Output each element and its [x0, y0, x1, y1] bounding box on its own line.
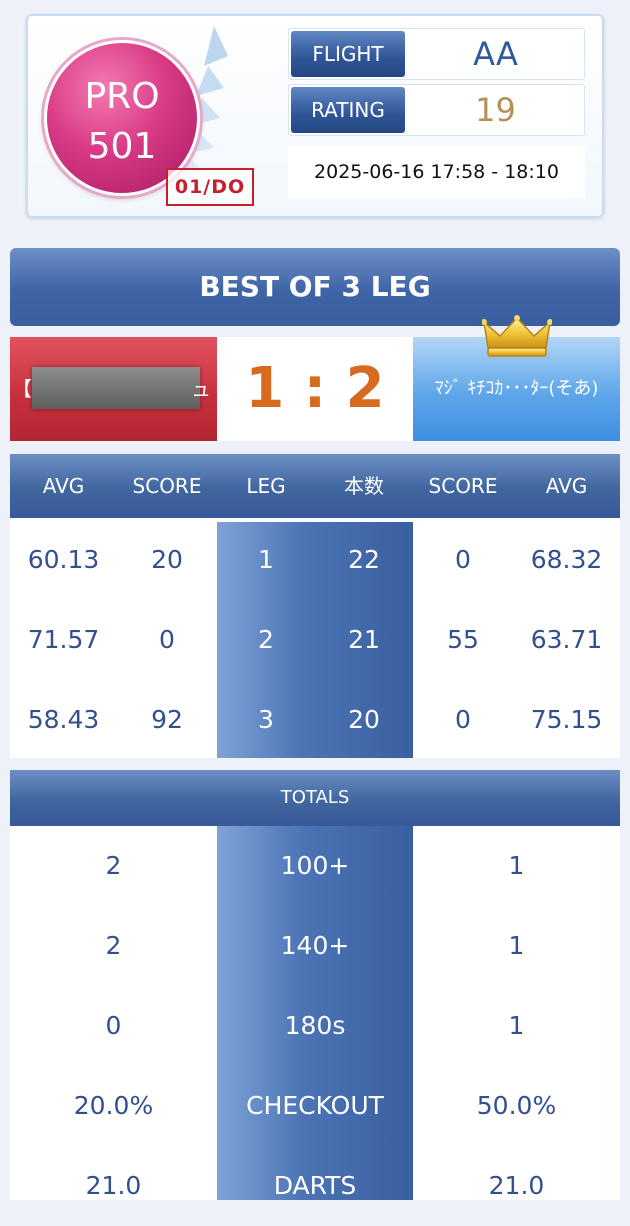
match-score: 1 : 2	[217, 337, 413, 441]
leg-number: 2	[258, 625, 274, 654]
flight-row: FLIGHT AA	[288, 28, 585, 80]
rating-value: 19	[475, 91, 516, 129]
leg-darts: 21	[348, 625, 380, 654]
match-datetime: 2025-06-16 17:58 - 18:10	[288, 146, 585, 198]
leg-p2-score: 0	[455, 545, 471, 574]
leg-p2-score: 0	[455, 705, 471, 734]
leg-p2-avg: 68.32	[530, 545, 603, 574]
out-rule-stamp: 01/DO	[166, 168, 254, 206]
leg-p1-score: 92	[151, 705, 183, 734]
totals-row-140plus: 2 140+ 1	[10, 906, 620, 986]
leg-p1-score: 0	[159, 625, 175, 654]
totals-p2-value: 21.0	[488, 1171, 545, 1200]
leg-number: 1	[258, 545, 274, 574]
leg-p1-score: 20	[151, 545, 183, 574]
flight-value: AA	[473, 35, 518, 73]
legs-table-header: AVG SCORE LEG 本数 SCORE AVG	[10, 454, 620, 518]
rating-row: RATING 19	[288, 84, 585, 136]
col-header-p2-score: SCORE	[428, 474, 498, 498]
player1-name-prefix: 【	[12, 377, 32, 401]
col-header-leg: LEG	[246, 474, 286, 498]
totals-label: DARTS	[273, 1171, 357, 1200]
totals-p1-value: 2	[105, 851, 122, 880]
totals-label: 180s	[284, 1011, 346, 1040]
totals-p2-value: 1	[508, 851, 525, 880]
player1-name-suffix: ュ	[191, 377, 211, 401]
totals-label: 100+	[280, 851, 350, 880]
leg-row-3[interactable]: 58.43 92 3 20 0 75.15	[10, 680, 620, 760]
game-name-line2: 501	[87, 126, 157, 167]
totals-p1-value: 0	[105, 1011, 122, 1040]
totals-p2-value: 1	[508, 931, 525, 960]
leg-p1-avg: 60.13	[27, 545, 100, 574]
leg-row-1[interactable]: 60.13 20 1 22 0 68.32	[10, 520, 620, 600]
leg-p2-avg: 63.71	[530, 625, 603, 654]
totals-row-180s: 0 180s 1	[10, 986, 620, 1066]
totals-row-darts: 21.0 DARTS 21.0	[10, 1146, 620, 1226]
totals-row-100plus: 2 100+ 1	[10, 826, 620, 906]
totals-p1-value: 21.0	[85, 1171, 142, 1200]
totals-label: CHECKOUT	[246, 1091, 384, 1120]
player1-name-plate[interactable]: 【 ュ	[10, 337, 217, 441]
totals-p1-value: 20.0%	[73, 1091, 154, 1120]
col-header-p2-avg: AVG	[545, 474, 588, 498]
leg-number: 3	[258, 705, 274, 734]
totals-title: TOTALS	[10, 770, 620, 826]
totals-p2-value: 50.0%	[476, 1091, 557, 1120]
flight-label: FLIGHT	[291, 31, 405, 77]
totals-row-checkout: 20.0% CHECKOUT 50.0%	[10, 1066, 620, 1146]
rating-label: RATING	[291, 87, 405, 133]
leg-row-2[interactable]: 71.57 0 2 21 55 63.71	[10, 600, 620, 680]
col-header-p1-avg: AVG	[42, 474, 85, 498]
leg-p2-avg: 75.15	[530, 705, 603, 734]
totals-label: 140+	[280, 931, 350, 960]
player2-name: ﾏｼﾞ ｷﾁｺｶ･･･ﾀｰ(そあ)	[434, 378, 599, 399]
col-header-darts: 本数	[344, 474, 384, 498]
leg-p1-avg: 71.57	[27, 625, 100, 654]
leg-darts: 22	[348, 545, 380, 574]
leg-darts: 20	[348, 705, 380, 734]
totals-p2-value: 1	[508, 1011, 525, 1040]
leg-p2-score: 55	[447, 625, 479, 654]
game-name-line1: PRO	[84, 76, 160, 117]
player1-name-redaction	[32, 367, 200, 409]
leg-p1-avg: 58.43	[27, 705, 100, 734]
col-header-p1-score: SCORE	[132, 474, 202, 498]
totals-p1-value: 2	[105, 931, 122, 960]
crown-icon	[482, 315, 552, 357]
